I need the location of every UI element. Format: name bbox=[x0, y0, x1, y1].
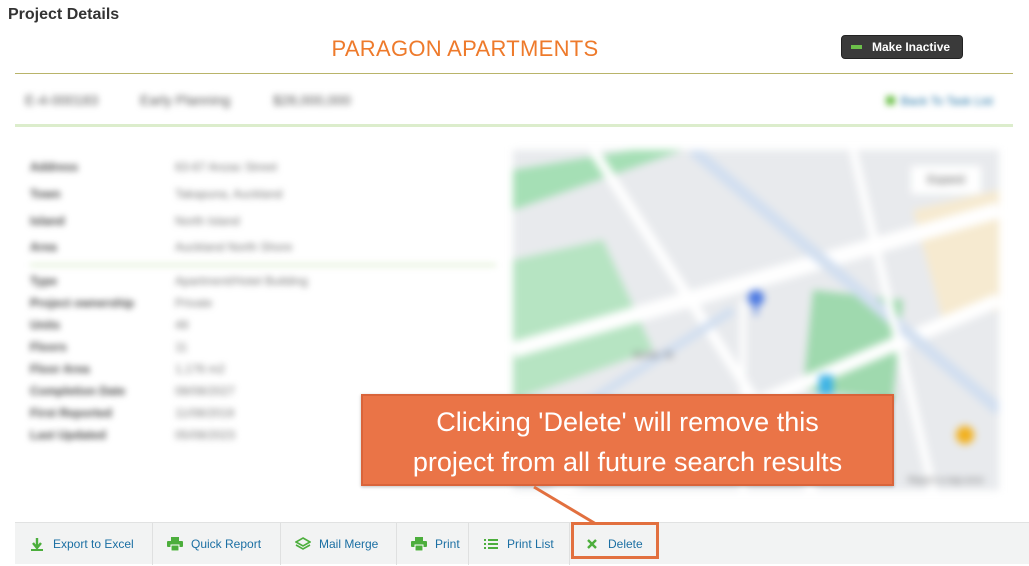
detail-value: 11 bbox=[175, 340, 188, 354]
detail-value: 49 bbox=[175, 318, 189, 332]
detail-row: Floor Area 1,176 m2 bbox=[30, 362, 500, 380]
project-summary-bar: E-4-000183 Early Planning $28,000,000 Ba… bbox=[15, 84, 1013, 122]
action-toolbar: Export to Excel Quick Report Mail Merge … bbox=[15, 522, 1029, 565]
make-inactive-label: Make Inactive bbox=[872, 40, 951, 54]
printer-icon bbox=[167, 536, 183, 552]
back-icon bbox=[885, 96, 895, 105]
detail-value: Private bbox=[175, 296, 213, 310]
download-icon bbox=[29, 536, 45, 552]
detail-value: Takapuna, Auckland bbox=[175, 187, 283, 201]
page-title: Project Details bbox=[8, 6, 120, 23]
callout-line: Clicking 'Delete' will remove this bbox=[436, 407, 819, 437]
back-to-task-list-link[interactable]: Back To Task List bbox=[885, 94, 993, 108]
detail-row: Area Auckland North Shore bbox=[30, 240, 500, 258]
detail-label: Island bbox=[30, 214, 65, 228]
mail-merge-button[interactable]: Mail Merge bbox=[281, 523, 397, 565]
detail-label: Floor Area bbox=[30, 362, 90, 376]
detail-label: Units bbox=[30, 318, 60, 332]
detail-value: Apartment/Hotel Building bbox=[175, 274, 308, 288]
detail-row: Island North Island bbox=[30, 214, 500, 232]
printer-icon bbox=[411, 536, 427, 552]
callout-pointer bbox=[533, 485, 597, 526]
project-value: $28,000,000 bbox=[273, 92, 351, 108]
detail-value: 08/08/2027 bbox=[175, 384, 236, 398]
detail-label: Completion Date bbox=[30, 384, 126, 398]
project-id: E-4-000183 bbox=[25, 92, 99, 108]
print-list-label: Print List bbox=[507, 537, 554, 551]
detail-value: 11/08/2019 bbox=[175, 406, 235, 420]
divider bbox=[15, 124, 1013, 127]
divider bbox=[15, 73, 1013, 74]
layers-icon bbox=[295, 536, 311, 552]
mail-merge-label: Mail Merge bbox=[319, 537, 379, 551]
export-to-excel-button[interactable]: Export to Excel bbox=[15, 523, 153, 565]
detail-value: 1,176 m2 bbox=[175, 362, 226, 376]
print-list-button[interactable]: Print List bbox=[469, 523, 570, 565]
detail-row: Address 63-67 Anzac Street bbox=[30, 160, 500, 178]
detail-label: First Reported bbox=[30, 406, 113, 420]
detail-label: Last Updated bbox=[30, 428, 107, 442]
export-label: Export to Excel bbox=[53, 537, 134, 551]
detail-label: Area bbox=[30, 240, 57, 254]
detail-value: 05/08/2023 bbox=[175, 428, 236, 442]
detail-label: Address bbox=[30, 160, 79, 174]
detail-label: Project ownership bbox=[30, 296, 135, 310]
detail-value: North Island bbox=[175, 214, 240, 228]
detail-row: Type Apartment/Hotel Building bbox=[30, 274, 500, 292]
list-icon bbox=[483, 536, 499, 552]
detail-label: Type bbox=[30, 274, 58, 288]
quick-report-button[interactable]: Quick Report bbox=[153, 523, 281, 565]
detail-row: Project ownership Private bbox=[30, 296, 500, 314]
detail-label: Town bbox=[30, 187, 61, 201]
callout-line: project from all future search results bbox=[412, 447, 843, 477]
delete-highlight bbox=[571, 522, 659, 559]
divider bbox=[30, 264, 496, 266]
quick-report-label: Quick Report bbox=[191, 537, 262, 551]
minus-icon bbox=[851, 45, 862, 49]
detail-value: 63-67 Anzac Street bbox=[175, 160, 278, 174]
project-name: PARAGON APARTMENTS bbox=[331, 36, 599, 61]
expand-map-button[interactable]: Expand bbox=[911, 166, 981, 194]
detail-row: Town Takapuna, Auckland bbox=[30, 187, 500, 205]
make-inactive-button[interactable]: Make Inactive bbox=[841, 35, 963, 59]
back-label: Back To Task List bbox=[900, 94, 993, 108]
instruction-callout: Clicking 'Delete' will remove this proje… bbox=[361, 394, 894, 486]
project-stage: Early Planning bbox=[140, 92, 231, 108]
print-label: Print bbox=[435, 537, 460, 551]
map-attribution: Report a map error bbox=[908, 475, 984, 485]
detail-label: Floors bbox=[30, 340, 67, 354]
detail-row: Floors 11 bbox=[30, 340, 500, 358]
detail-row: Units 49 bbox=[30, 318, 500, 336]
map-street-label: Anzac St bbox=[633, 350, 673, 361]
print-button[interactable]: Print bbox=[397, 523, 469, 565]
detail-value: Auckland North Shore bbox=[175, 240, 293, 254]
